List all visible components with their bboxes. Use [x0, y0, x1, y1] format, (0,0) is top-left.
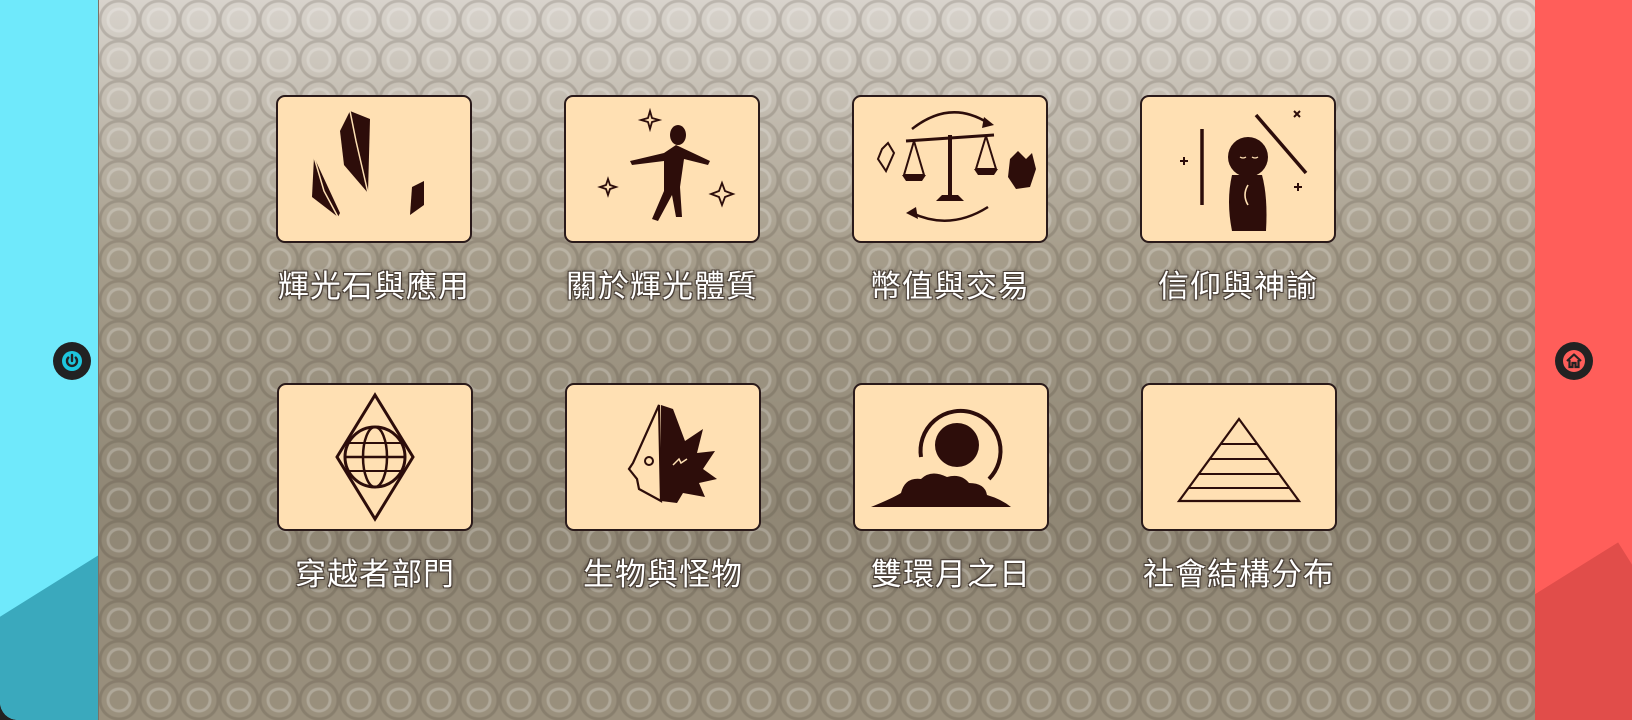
menu-label: 穿越者部門	[295, 557, 455, 593]
menu-label: 生物與怪物	[583, 557, 743, 593]
menu-card[interactable]	[276, 95, 472, 243]
menu-tile-glowstone[interactable]: 輝光石與應用	[276, 95, 472, 306]
menu-tile-currency[interactable]: 幣值與交易	[852, 95, 1048, 306]
crystals-icon	[312, 110, 424, 218]
pyramid-icon	[1176, 417, 1302, 503]
diamond-globe-icon	[335, 392, 415, 522]
menu-card[interactable]	[853, 383, 1049, 531]
menu-card[interactable]	[1140, 95, 1336, 243]
menu-card[interactable]	[852, 95, 1048, 243]
menu-card[interactable]	[277, 383, 473, 531]
home-icon	[1563, 350, 1585, 372]
power-button[interactable]	[53, 342, 91, 380]
menu-label: 社會結構分布	[1143, 557, 1335, 593]
right-side-panel	[1535, 0, 1632, 720]
menu-tile-faith[interactable]: 信仰與神諭	[1140, 95, 1336, 306]
menu-label: 輝光石與應用	[278, 269, 470, 305]
monster-face-icon	[627, 404, 717, 503]
home-button[interactable]	[1555, 342, 1593, 380]
menu-card[interactable]	[565, 383, 761, 531]
menu-label: 幣值與交易	[870, 269, 1030, 305]
left-side-panel	[0, 0, 98, 720]
menu-tile-traveler-department[interactable]: 穿越者部門	[277, 383, 473, 594]
menu-label: 信仰與神諭	[1158, 269, 1318, 305]
menu-card[interactable]	[1141, 383, 1337, 531]
power-icon	[62, 351, 82, 371]
balance-scale-icon	[876, 111, 1036, 222]
menu-area: 輝光石與應用 關於輝光體質 幣值與交易 信仰與神諭 穿越者部門 生物與怪物 雙環…	[98, 0, 1537, 720]
menu-tile-glow-constitution[interactable]: 關於輝光體質	[564, 95, 760, 306]
menu-label: 關於輝光體質	[566, 269, 758, 305]
ringed-moon-icon	[871, 408, 1011, 507]
menu-tile-creatures[interactable]: 生物與怪物	[565, 383, 761, 594]
menu-tile-ringed-moon-day[interactable]: 雙環月之日	[853, 383, 1049, 594]
praying-figure-icon	[1180, 110, 1308, 231]
glowing-figure-icon	[597, 107, 736, 221]
menu-card[interactable]	[564, 95, 760, 243]
menu-label: 雙環月之日	[871, 557, 1031, 593]
menu-tile-social-structure[interactable]: 社會結構分布	[1141, 383, 1337, 594]
